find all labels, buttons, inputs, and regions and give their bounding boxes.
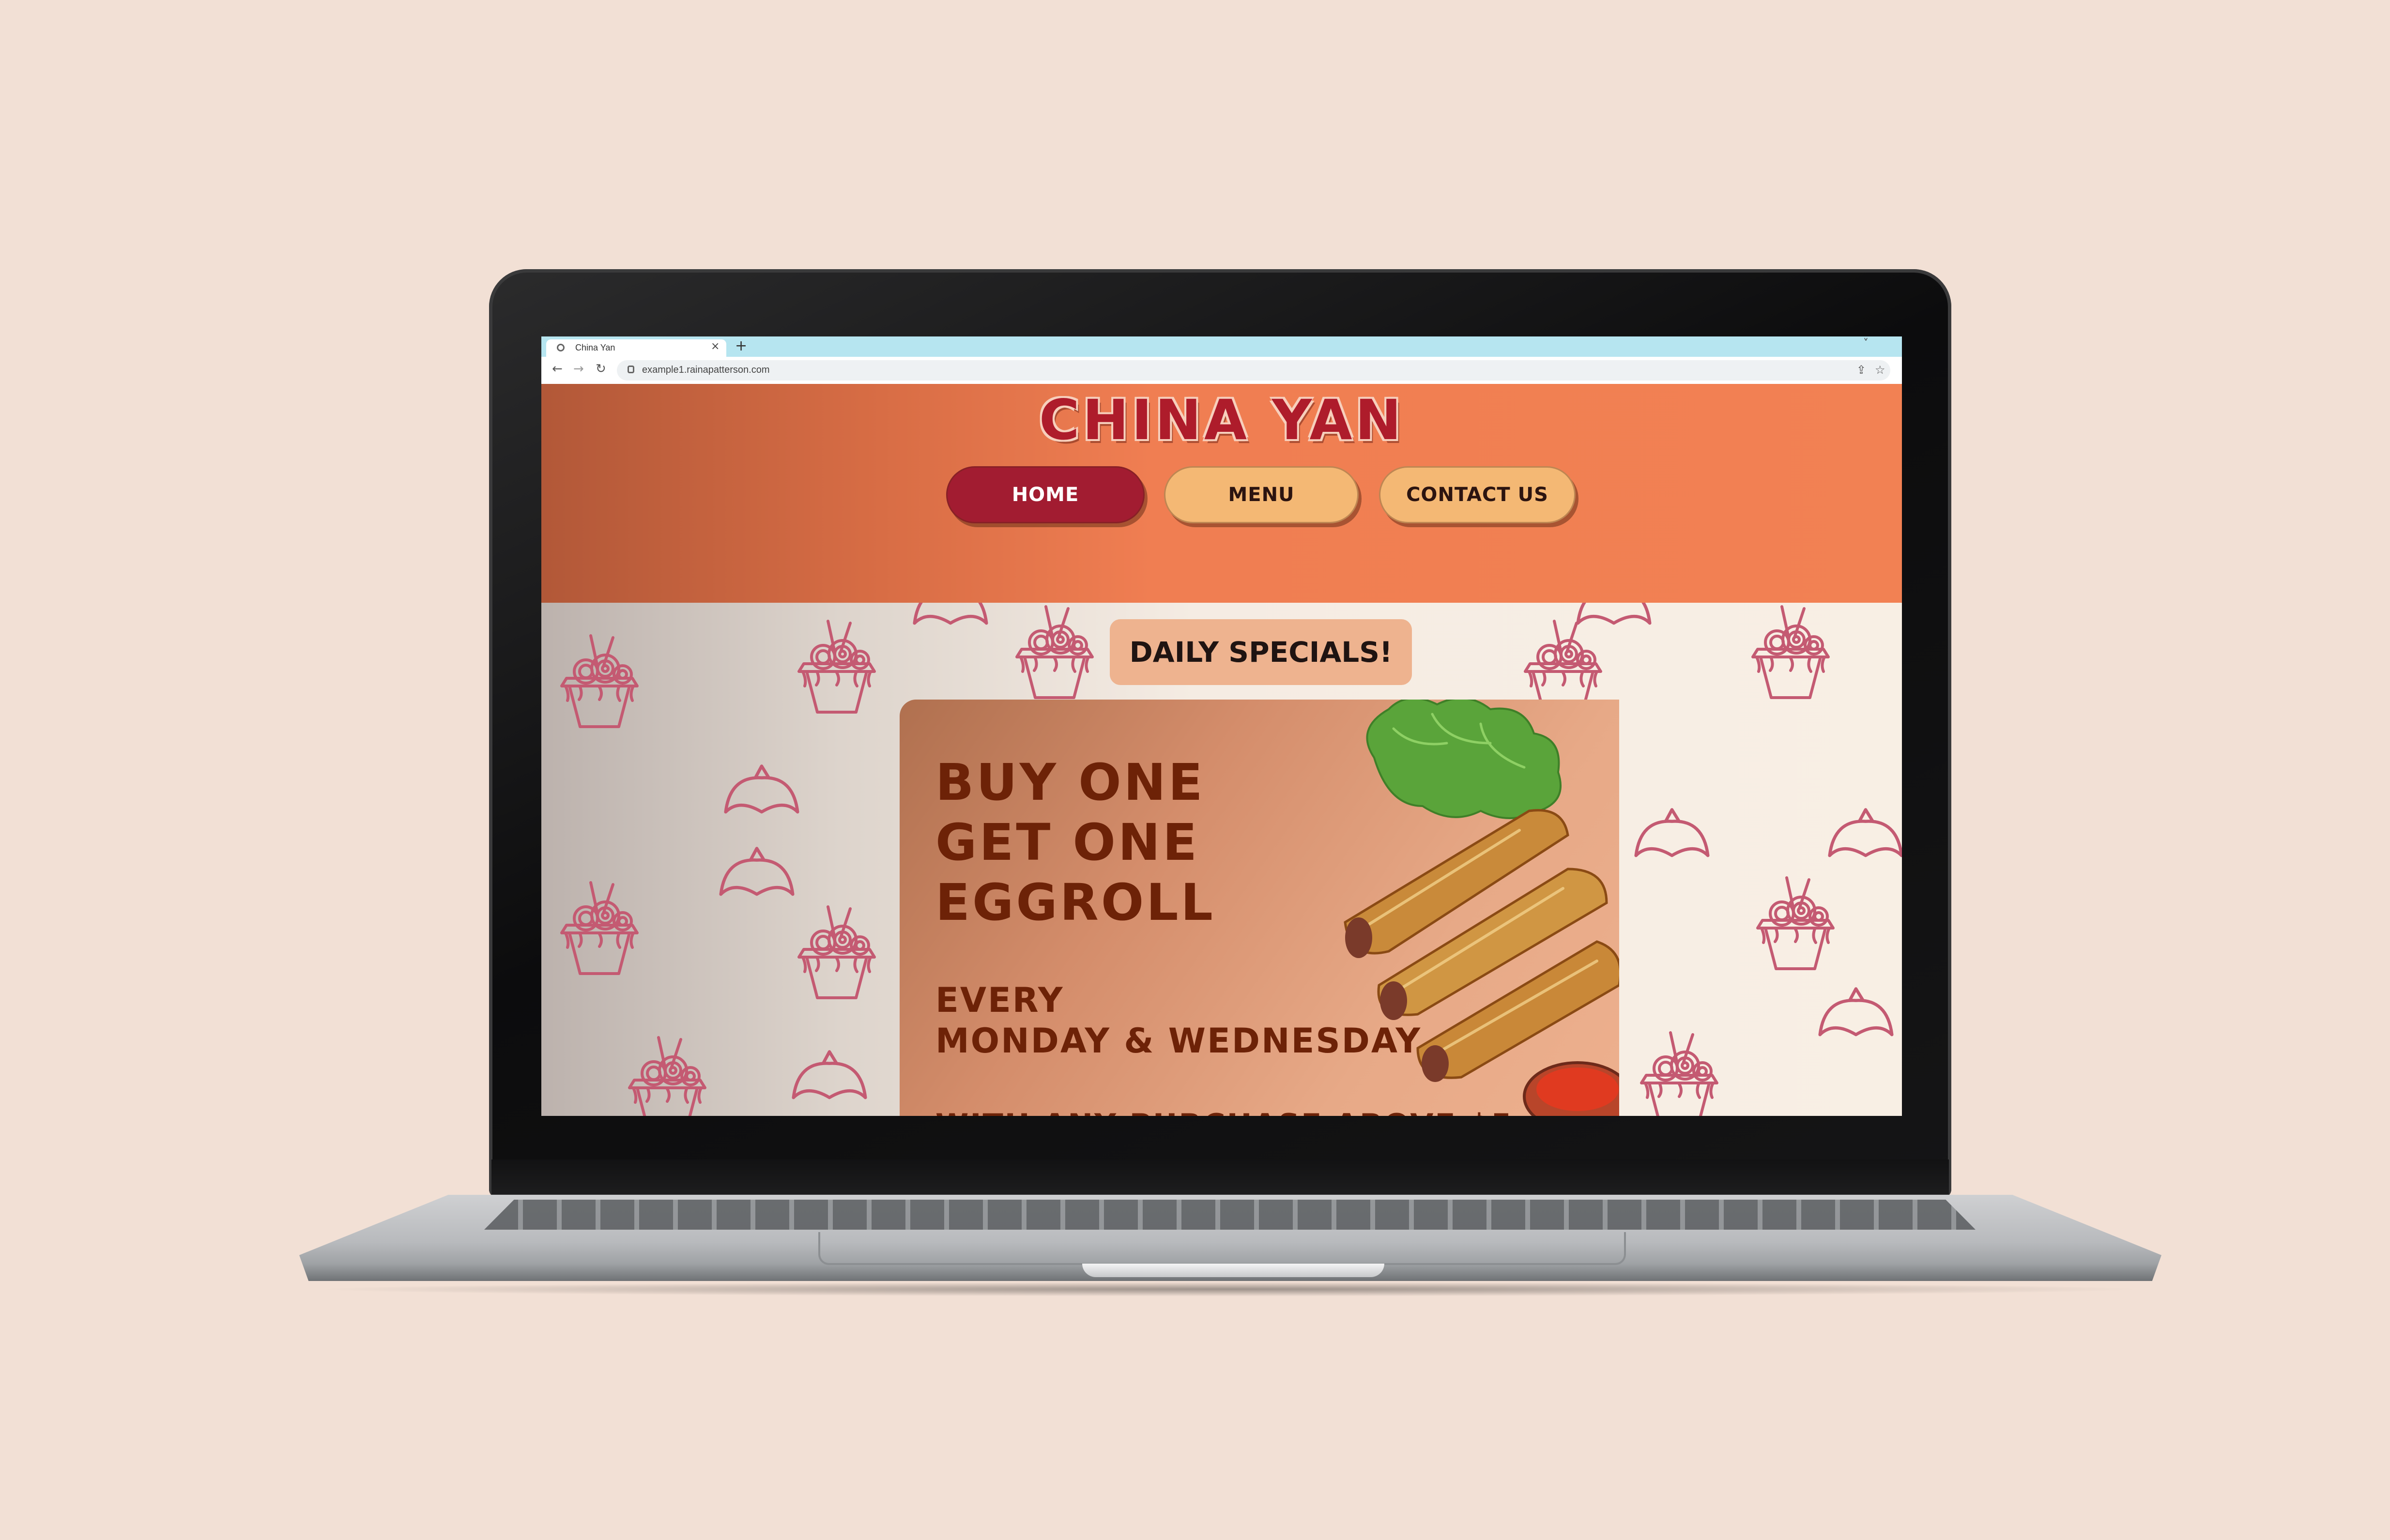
new-tab-button[interactable]: + (735, 337, 747, 354)
laptop-screen: China Yan × + ˅ ← → ↻ example1.rainapatt… (541, 336, 1902, 1116)
fortune-cookie-icon (1568, 603, 1660, 637)
address-bar[interactable]: example1.rainapatterson.com ⇪ ☆ (617, 360, 1890, 381)
laptop-opening-notch (1082, 1264, 1384, 1277)
noodle-box-icon (788, 617, 885, 714)
laptop-keyboard (484, 1200, 1976, 1230)
nav-menu-button[interactable]: MENU (1164, 466, 1359, 523)
close-tab-icon[interactable]: × (711, 340, 720, 352)
fortune-cookie-icon (1810, 985, 1902, 1048)
noodle-box-icon (551, 879, 648, 976)
star-icon[interactable]: ☆ (1875, 363, 1885, 377)
noodle-box-icon (1631, 1029, 1728, 1116)
tab-title: China Yan (575, 343, 615, 352)
promo-card: BUY ONE GET ONE EGGROLL EVERY MONDAY & W… (900, 700, 1619, 1116)
tab-search-chevron-icon[interactable]: ˅ (1863, 337, 1869, 350)
fortune-cookie-icon (716, 762, 808, 825)
noodle-box-icon (619, 1034, 716, 1116)
daily-specials-tag: DAILY SPECIALS! (1110, 619, 1412, 685)
fortune-cookie-icon (904, 603, 996, 637)
promo-line-get-one: GET ONE (935, 813, 1200, 872)
lock-icon[interactable] (628, 366, 634, 373)
nav-home-button[interactable]: HOME (946, 466, 1145, 523)
url-text[interactable]: example1.rainapatterson.com (642, 365, 769, 376)
share-icon[interactable]: ⇪ (1856, 363, 1866, 377)
back-arrow-icon[interactable]: ← (552, 362, 563, 376)
browser-tab[interactable]: China Yan × (546, 339, 726, 357)
noodle-box-icon (1006, 603, 1103, 700)
nav-contact-button[interactable]: CONTACT US (1379, 466, 1576, 523)
laptop-bezel-bottom (491, 1159, 1949, 1194)
page-content: DAILY SPECIALS! BUY ONE GET ONE EGGROLL … (541, 603, 1902, 1116)
fortune-cookie-icon (1626, 806, 1718, 869)
forward-arrow-icon[interactable]: → (573, 362, 584, 376)
noodle-box-icon (1742, 603, 1839, 700)
laptop-shadow (310, 1282, 2150, 1296)
eggroll-photo (1344, 700, 1619, 1116)
noodle-box-icon (788, 903, 885, 1000)
fortune-cookie-icon (711, 845, 803, 908)
site-header: CHINA YAN HOME MENU CONTACT US (541, 384, 1902, 603)
noodle-box-icon (551, 632, 648, 729)
globe-favicon-icon (557, 344, 565, 351)
fortune-cookie-icon (783, 1048, 875, 1111)
site-title: CHINA YAN (1039, 388, 1405, 452)
browser-tab-bar: China Yan × + ˅ (541, 336, 1902, 357)
promo-line-eggroll: EGGROLL (935, 873, 1215, 932)
laptop-trackpad (818, 1232, 1626, 1265)
browser-toolbar: ← → ↻ example1.rainapatterson.com ⇪ ☆ (541, 357, 1902, 385)
promo-line-buy-one: BUY ONE (935, 753, 1205, 812)
fortune-cookie-icon (1820, 806, 1902, 869)
noodle-box-icon (1747, 874, 1844, 971)
reload-icon[interactable]: ↻ (596, 362, 606, 376)
promo-line-every: EVERY (935, 980, 1064, 1020)
